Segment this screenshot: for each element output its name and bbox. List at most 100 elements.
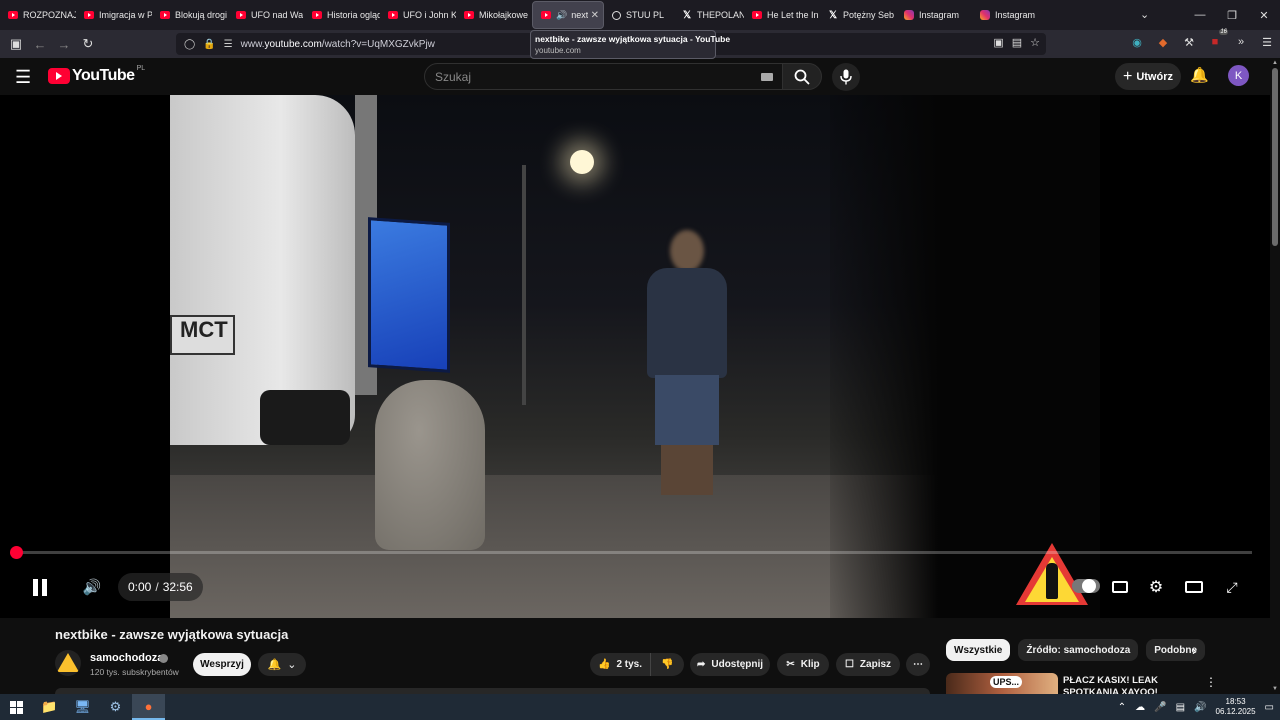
close-window-icon[interactable]: ✕ [1248, 9, 1280, 22]
voice-search-button[interactable] [832, 63, 860, 91]
firefox-icon[interactable]: ● [132, 694, 165, 720]
support-button[interactable]: Wesprzyj [193, 653, 251, 676]
settings-gear-icon[interactable]: ⚙ [1142, 573, 1170, 601]
channel-avatar[interactable] [55, 650, 81, 676]
browser-tab-strip: ROZPOZNAJ Imigracja w P Blokują drogi UFO n… [0, 0, 1280, 30]
clock[interactable]: 18:53 06.12.2025 [1216, 697, 1256, 717]
search-button[interactable] [782, 63, 822, 90]
chip-all[interactable]: Wszystkie [946, 639, 1011, 661]
progress-scrubber[interactable] [10, 546, 23, 559]
current-time: 0:00 [128, 580, 152, 594]
tab[interactable]: STUU PL [604, 1, 674, 29]
start-button[interactable] [0, 694, 33, 720]
permissions-icon[interactable]: ☰ [224, 39, 233, 50]
scene-map-billboard [368, 217, 450, 373]
app-menu-icon[interactable]: ☰ [1258, 33, 1276, 51]
microphone-tray-icon[interactable]: 🎤 [1154, 702, 1166, 713]
tab[interactable]: Mikołajkowe [456, 1, 532, 29]
system-tray: ⌃ ☁ 🎤 ▤ 🔊 18:53 06.12.2025 ▭ [1118, 694, 1274, 720]
guide-menu-icon[interactable]: ☰ [15, 67, 31, 88]
recommended-video-title[interactable]: PŁACZ KASIX! LEAK SPOTKANIA XAYOO! [1063, 675, 1193, 694]
bookmark-star-icon[interactable]: ☆ [1030, 36, 1040, 49]
tray-overflow-icon[interactable]: ⌃ [1118, 702, 1126, 713]
keyboard-icon[interactable] [761, 73, 773, 81]
share-button[interactable]: ➦ Udostępnij [690, 653, 770, 676]
scene-concrete-bollard [375, 380, 485, 550]
tracking-shield-icon[interactable]: ◯ [184, 39, 195, 50]
search-input[interactable]: Szukaj [424, 63, 784, 90]
shield-extension-icon[interactable]: ◉ [1128, 33, 1146, 51]
minimize-icon[interactable]: — [1184, 9, 1216, 21]
video-player[interactable]: MCT 🔊 0:00 / 32:56 ⚙ ⤢ [0, 95, 1270, 618]
list-all-tabs-chevron-icon[interactable]: ⌄ [1140, 8, 1149, 21]
tab[interactable]: He Let the In [744, 1, 820, 29]
page-scrollbar[interactable]: ▲ ▼ [1270, 58, 1280, 694]
save-button[interactable]: ☐ Zapisz [836, 653, 900, 676]
tab[interactable]: 𝕏 THEPOLAND [674, 1, 744, 29]
dislike-button[interactable]: 👎 [650, 653, 684, 676]
file-explorer-icon[interactable]: 📁 [33, 694, 66, 720]
network-icon[interactable]: ▤ [1176, 702, 1185, 713]
fullscreen-icon[interactable]: ⤢ [1218, 573, 1246, 601]
time-display: 0:00 / 32:56 [118, 573, 203, 601]
extensions-puzzle-icon[interactable]: ⚒ [1180, 33, 1198, 51]
tab[interactable]: ROZPOZNAJ [0, 1, 76, 29]
picture-in-picture-icon[interactable]: ▣ [993, 36, 1003, 49]
tab[interactable]: Blokują drogi [152, 1, 228, 29]
tab[interactable]: Imigracja w P [76, 1, 152, 29]
more-actions-icon[interactable]: ⋯ [906, 653, 930, 676]
fox-extension-icon[interactable]: ◆ [1154, 33, 1172, 51]
youtube-icon [8, 11, 18, 19]
account-avatar[interactable]: K [1228, 65, 1249, 86]
video-frame[interactable]: MCT [170, 95, 1100, 618]
pause-button[interactable] [26, 573, 54, 601]
lock-icon[interactable]: 🔒 [203, 39, 215, 50]
tab[interactable]: Historia ogląd [304, 1, 380, 29]
steam-icon[interactable]: ⚙ [99, 694, 132, 720]
like-button[interactable]: 👍 2 tys. [590, 653, 650, 676]
recommended-video-thumbnail[interactable]: UPS... [946, 673, 1058, 694]
tab[interactable]: 𝕏 Potężny Seb [820, 1, 896, 29]
tab-audio-speaker-icon[interactable]: 🔊 [556, 10, 567, 21]
control-panel-icon[interactable]: 🖥 [66, 694, 99, 720]
notifications-bell-icon[interactable]: 🔔 [1190, 66, 1209, 84]
related-filter-chips: Wszystkie Źródło: samochodoza Podobne [946, 639, 1206, 661]
ublock-icon[interactable]: ■ 16 [1206, 29, 1228, 51]
volume-speaker-icon[interactable]: 🔊 [78, 573, 106, 601]
create-button[interactable]: + Utwórz [1115, 63, 1181, 90]
tab-label: UFO nad Wa [251, 10, 304, 20]
tab[interactable]: UFO i John K [380, 1, 456, 29]
microphone-icon [840, 69, 852, 85]
url-text[interactable]: www.youtube.com/watch?v=UqMXGZvkPjw [241, 39, 435, 50]
tab[interactable]: Instagram [896, 1, 972, 29]
chips-next-chevron-icon[interactable]: › [1192, 643, 1196, 658]
cloud-icon[interactable]: ☁ [1135, 702, 1145, 713]
theater-mode-button[interactable] [1180, 573, 1208, 601]
subscription-notifications-button[interactable]: 🔔 ⌄ [258, 653, 306, 676]
overflow-chevron-icon[interactable]: » [1232, 33, 1250, 51]
tab-close-icon[interactable]: ✕ [591, 10, 599, 21]
restore-icon[interactable]: ❐ [1216, 9, 1248, 22]
channel-name[interactable]: samochodoza [90, 652, 163, 664]
subtitles-button[interactable] [1106, 573, 1134, 601]
reader-view-icon[interactable]: ▤ [1012, 36, 1022, 49]
reload-icon[interactable]: ↻ [76, 32, 100, 56]
tab[interactable]: Instagram [972, 1, 1048, 29]
back-arrow-icon[interactable]: ← [28, 32, 52, 56]
forward-arrow-icon[interactable]: → [52, 32, 76, 56]
recommended-video-menu-icon[interactable]: ⋮ [1205, 675, 1217, 689]
sidebar-toggle-icon[interactable]: ▣ [4, 32, 28, 56]
youtube-logo[interactable]: YouTube PL [48, 65, 145, 85]
speaker-tray-icon[interactable]: 🔊 [1194, 702, 1206, 713]
tab-active[interactable]: 🔊 next ✕ [532, 1, 604, 29]
clip-button[interactable]: ✂ Klip [777, 653, 829, 676]
chip-from-channel[interactable]: Źródło: samochodoza [1018, 639, 1139, 661]
autoplay-toggle[interactable] [1072, 579, 1100, 593]
scroll-up-arrow-icon[interactable]: ▲ [1272, 60, 1278, 66]
scrollbar-thumb[interactable] [1272, 68, 1278, 246]
progress-bar[interactable] [10, 546, 1252, 559]
tab[interactable]: UFO nad Wa [228, 1, 304, 29]
tab-label: ROZPOZNAJ [23, 10, 76, 20]
scroll-down-arrow-icon[interactable]: ▼ [1272, 686, 1278, 692]
notifications-icon[interactable]: ▭ [1265, 702, 1274, 713]
